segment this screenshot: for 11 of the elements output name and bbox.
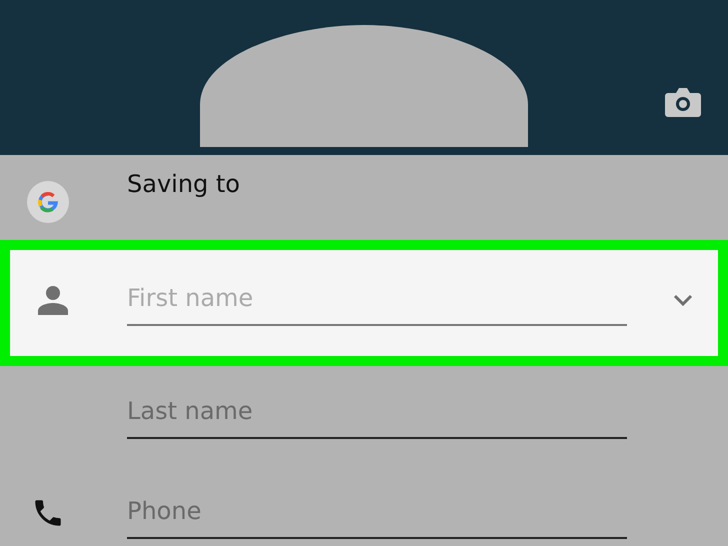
person-icon: [38, 285, 68, 315]
text-input[interactable]: Last name: [127, 397, 627, 425]
name-field[interactable]: First name: [127, 274, 627, 326]
camera-icon[interactable]: [664, 85, 702, 119]
name-field[interactable]: Last name: [127, 387, 627, 439]
phone-field[interactable]: Phone: [127, 487, 627, 539]
text-input[interactable]: First name: [127, 284, 627, 312]
chevron-down-icon[interactable]: [673, 294, 693, 306]
text-input[interactable]: Phone: [127, 497, 627, 525]
google-icon: [26, 180, 70, 224]
saving-to-label: Saving to: [127, 170, 240, 198]
